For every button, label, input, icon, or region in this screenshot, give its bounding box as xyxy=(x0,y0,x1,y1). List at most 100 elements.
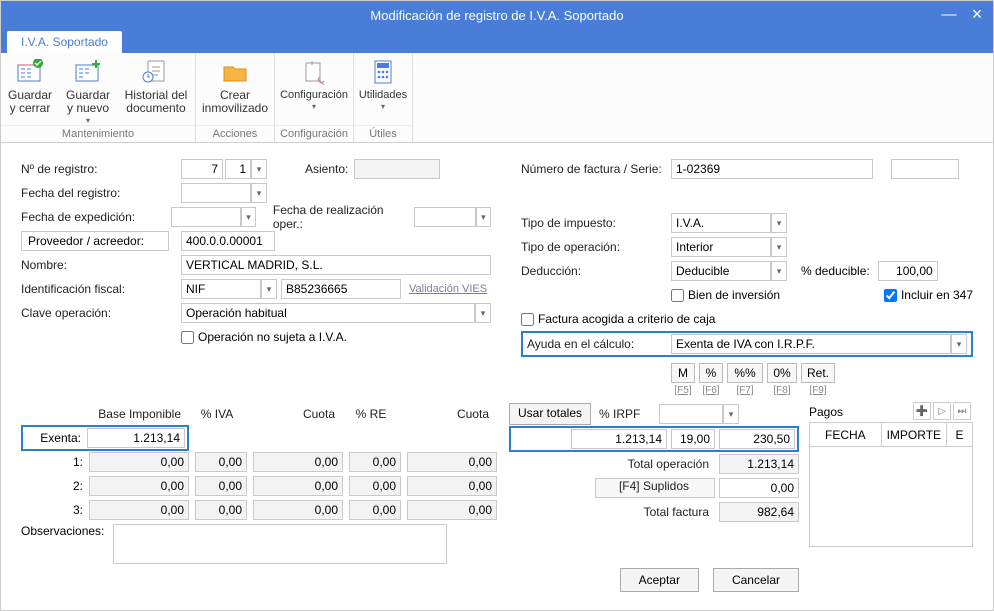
pdeducible-input[interactable] xyxy=(878,261,938,281)
tipo-imp-dd[interactable] xyxy=(771,213,787,233)
factura-input[interactable] xyxy=(671,159,873,179)
guardar-cerrar-button[interactable]: Guardary cerrar xyxy=(1,57,59,125)
col-importe[interactable]: IMPORTE xyxy=(881,423,946,447)
nombre-label: Nombre: xyxy=(21,258,181,272)
col-fecha[interactable]: FECHA xyxy=(810,423,882,447)
ribbon-label: Crearinmovilizado xyxy=(202,89,268,115)
bien-inversion-check[interactable]: Bien de inversión xyxy=(671,288,780,302)
base-input[interactable] xyxy=(89,500,189,520)
calculator-icon xyxy=(368,57,398,87)
exenta-input[interactable] xyxy=(87,428,185,448)
fecha-real-input[interactable] xyxy=(414,207,476,227)
chevron-down-icon: ▾ xyxy=(312,102,316,111)
deduccion[interactable] xyxy=(671,261,771,281)
cuota2-input[interactable] xyxy=(407,476,497,496)
col-cuota2: Cuota xyxy=(407,407,497,421)
idfiscal-tipo-dd[interactable] xyxy=(261,279,277,299)
base-input[interactable] xyxy=(89,476,189,496)
last-page-icon[interactable]: ⏭ xyxy=(953,402,971,420)
row-label: 3: xyxy=(21,503,89,517)
cuota2-input[interactable] xyxy=(407,452,497,472)
minimize-icon[interactable]: — xyxy=(935,1,963,27)
vies-link[interactable]: Validación VIES xyxy=(409,283,487,295)
base-input[interactable] xyxy=(89,452,189,472)
ribbon-group-label: Acciones xyxy=(196,125,274,142)
irpf-base[interactable] xyxy=(571,429,667,449)
guardar-nuevo-button[interactable]: Guardary nuevo ▾ xyxy=(59,57,117,125)
proveedor-label[interactable]: Proveedor / acreedor: xyxy=(21,231,169,251)
ayuda-dd[interactable] xyxy=(951,334,967,354)
configuracion-button[interactable]: Configuración ▾ xyxy=(275,57,353,125)
clave-label: Clave operación: xyxy=(21,306,181,320)
col-re: % RE xyxy=(349,407,401,421)
help-m-button[interactable]: M xyxy=(671,363,695,383)
idfiscal-val[interactable] xyxy=(281,279,401,299)
chevron-down-icon: ▾ xyxy=(86,116,90,125)
close-icon[interactable]: × xyxy=(963,1,991,27)
nregistro2-input[interactable] xyxy=(225,159,251,179)
irpf-pct[interactable] xyxy=(671,429,715,449)
crear-inmovilizado-button[interactable]: Crearinmovilizado xyxy=(196,57,274,125)
fecha-expedicion-input[interactable] xyxy=(171,207,241,227)
help-ret-button[interactable]: Ret. xyxy=(801,363,835,383)
clave-input[interactable] xyxy=(181,303,475,323)
help-pctpct-button[interactable]: %% xyxy=(727,363,763,383)
ayuda-input[interactable] xyxy=(671,334,951,354)
help-pct-button[interactable]: % xyxy=(699,363,723,383)
next-page-icon[interactable]: ▷ xyxy=(933,402,951,420)
cuota-input[interactable] xyxy=(253,476,343,496)
ribbon-group-utiles: Utilidades ▾ Útiles xyxy=(354,53,413,142)
iva-input[interactable] xyxy=(195,476,247,496)
re-input[interactable] xyxy=(349,500,401,520)
fecha-registro-dd[interactable] xyxy=(251,183,267,203)
tipo-op-dd[interactable] xyxy=(771,237,787,257)
historial-documento-button[interactable]: Historial deldocumento xyxy=(117,57,195,125)
nregistro-input[interactable] xyxy=(181,159,223,179)
ribbon-label: Configuración xyxy=(280,89,348,101)
utilidades-button[interactable]: Utilidades ▾ xyxy=(354,57,412,125)
add-page-icon[interactable]: ➕ xyxy=(913,402,931,420)
fecha-exp-dd[interactable] xyxy=(241,207,256,227)
incluir347-check[interactable]: Incluir en 347 xyxy=(884,288,973,302)
cuota2-input[interactable] xyxy=(407,500,497,520)
ribbon-group-configuracion: Configuración ▾ Configuración xyxy=(275,53,354,142)
fecha-registro-input[interactable] xyxy=(181,183,251,203)
tipo-operacion[interactable] xyxy=(671,237,771,257)
cuota-input[interactable] xyxy=(253,500,343,520)
nregistro-dropdown[interactable] xyxy=(251,159,267,179)
exenta-label: Exenta: xyxy=(23,431,87,445)
cuota-input[interactable] xyxy=(253,452,343,472)
criterio-caja-check[interactable]: Factura acogida a criterio de caja xyxy=(521,312,715,326)
irpf-type[interactable] xyxy=(659,404,723,424)
irpf-val[interactable] xyxy=(719,429,795,449)
pagos-label: Pagos xyxy=(809,405,913,419)
cancelar-button[interactable]: Cancelar xyxy=(713,568,799,592)
ded-dd[interactable] xyxy=(771,261,787,281)
re-input[interactable] xyxy=(349,452,401,472)
proveedor-input[interactable] xyxy=(181,231,275,251)
ribbon-group-label: Mantenimiento xyxy=(1,125,195,142)
pdeducible-label: % deducible: xyxy=(801,264,870,278)
aceptar-button[interactable]: Aceptar xyxy=(620,568,699,592)
irpf-type-dd[interactable] xyxy=(723,404,739,424)
clave-dd[interactable] xyxy=(475,303,491,323)
help-0pct-button[interactable]: 0% xyxy=(767,363,797,383)
re-input[interactable] xyxy=(349,476,401,496)
iva-input[interactable] xyxy=(195,452,247,472)
nombre-input[interactable] xyxy=(181,255,491,275)
folder-icon xyxy=(220,57,250,87)
usar-totales-button[interactable]: Usar totales xyxy=(509,403,591,425)
suplidos-button[interactable]: [F4] Suplidos xyxy=(595,478,715,498)
fecha-real-dd[interactable] xyxy=(476,207,491,227)
serie-input[interactable] xyxy=(891,159,959,179)
observaciones-input[interactable] xyxy=(113,524,447,564)
tab-iva-soportado[interactable]: I.V.A. Soportado xyxy=(7,31,122,53)
idfiscal-label: Identificación fiscal: xyxy=(21,282,181,296)
suplidos[interactable] xyxy=(719,478,799,498)
no-sujeta-check[interactable]: Operación no sujeta a I.V.A. xyxy=(181,330,347,344)
iva-input[interactable] xyxy=(195,500,247,520)
ribbon: Guardary cerrar Guardary nuevo ▾ Histori… xyxy=(1,53,993,143)
tipo-impuesto[interactable] xyxy=(671,213,771,233)
idfiscal-tipo[interactable] xyxy=(181,279,261,299)
col-e[interactable]: E xyxy=(946,423,972,447)
